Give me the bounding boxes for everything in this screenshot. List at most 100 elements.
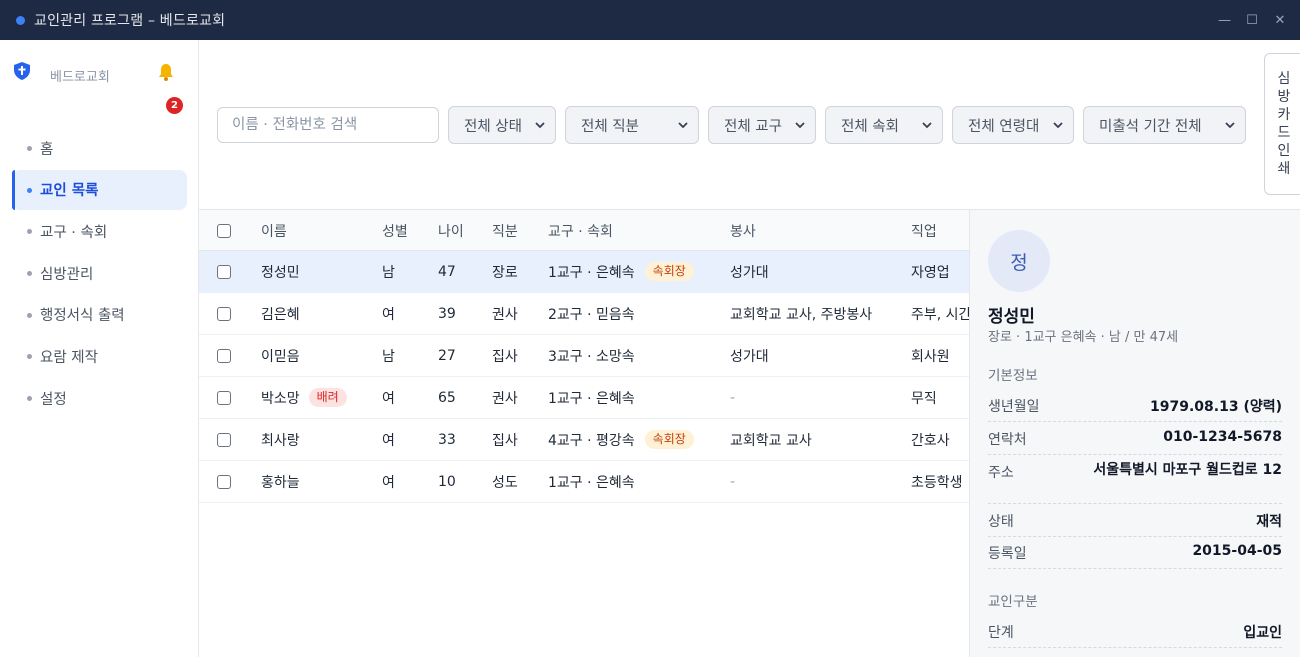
sidebar-item-districts[interactable]: 교구 · 속회 [12, 211, 187, 251]
window-controls: — ☐ ✕ [1218, 0, 1286, 40]
visit-card-print-button[interactable]: 심 방 카 드 인 쇄 [1264, 53, 1300, 195]
detail-key: 상태 [988, 514, 1014, 530]
header-service[interactable]: 봉사 [730, 210, 756, 251]
row-checkbox[interactable] [217, 348, 231, 363]
members-table: 이름 성별 나이 직분 교구 · 속회 봉사 직업 정성민 남 47 장로 1교… [199, 210, 969, 657]
sidebar-item-label: 행정서식 출력 [40, 308, 125, 325]
print-button-char: 카 [1277, 107, 1291, 123]
cell-age: 33 [438, 431, 456, 448]
cell-job: 회사원 [911, 348, 950, 365]
cell-title: 집사 [492, 348, 518, 365]
cell-district: 1교구 · 은혜속 [548, 474, 635, 491]
title-filter[interactable]: 전체 직분 [565, 106, 699, 144]
select-all-checkbox[interactable] [217, 223, 231, 238]
cell-title: 장로 [492, 264, 518, 281]
detail-registered: 등록일 2015-04-05 [988, 543, 1282, 569]
search-input[interactable] [217, 107, 439, 143]
sidebar-item-home[interactable]: 홈 [12, 128, 187, 168]
print-button-char: 쇄 [1277, 161, 1291, 177]
detail-key: 주소 [988, 465, 1014, 481]
sidebar-item-label: 교구 · 속회 [40, 224, 108, 241]
status-filter-value: 전체 상태 [464, 118, 522, 135]
cell-service: - [730, 389, 736, 406]
table-row[interactable]: 김은혜 여 39 권사 2교구 · 믿음속 교회학교 교사, 주방봉사 주부, … [199, 293, 969, 335]
district-filter-value: 전체 교구 [724, 118, 782, 135]
bell-icon[interactable] [156, 62, 176, 82]
sidebar-nav: 홈 교인 목록 교구 · 속회 심방관리 행정서식 출력 요람 제작 설정 [12, 128, 187, 420]
leader-tag: 속회장 [644, 430, 694, 449]
header-age[interactable]: 나이 [438, 210, 464, 251]
sidebar-item-settings[interactable]: 설정 [12, 378, 187, 418]
category-heading: 교인구분 [988, 594, 1038, 610]
table-row[interactable]: 박소망 배려 여 65 권사 1교구 · 은혜속 - 무직 [199, 377, 969, 419]
chevron-down-icon [678, 122, 688, 129]
cell-district: 1교구 · 은혜속 속회장 [548, 251, 694, 292]
detail-value: 2015-04-05 [1192, 543, 1282, 559]
sidebar: 베드로교회 2 홈 교인 목록 교구 · 속회 심방관리 행정서식 출력 요람 … [0, 40, 199, 657]
cell-age: 47 [438, 263, 456, 280]
table-row[interactable]: 최사랑 여 33 집사 4교구 · 평강속 속회장 교회학교 교사 간호사 [199, 419, 969, 461]
header-job[interactable]: 직업 [911, 210, 937, 251]
chevron-down-icon [922, 122, 932, 129]
chevron-down-icon [1053, 122, 1063, 129]
header-gender[interactable]: 성별 [382, 210, 408, 251]
detail-stage: 단계 입교인 [988, 622, 1282, 648]
cell-gender: 여 [382, 306, 395, 323]
select-all-cell [217, 210, 231, 251]
close-button[interactable]: ✕ [1274, 13, 1286, 28]
cell-name: 홍하늘 [261, 474, 300, 491]
detail-value: 010-1234-5678 [1163, 429, 1282, 445]
bullet-icon [27, 146, 32, 151]
row-checkbox[interactable] [217, 264, 231, 279]
sidebar-item-label: 심방관리 [40, 266, 94, 283]
header-name[interactable]: 이름 [261, 210, 287, 251]
cell-age: 39 [438, 305, 456, 322]
sidebar-item-visits[interactable]: 심방관리 [12, 253, 187, 293]
chevron-down-icon [1225, 122, 1235, 129]
avatar: 정 [988, 230, 1050, 292]
table-row[interactable]: 홍하늘 여 10 성도 1교구 · 은혜속 - 초등학생 [199, 461, 969, 503]
table-row[interactable]: 이믿음 남 27 집사 3교구 · 소망속 성가대 회사원 [199, 335, 969, 377]
detail-phone: 연락처 010-1234-5678 [988, 429, 1282, 455]
print-button-char: 드 [1277, 125, 1291, 141]
cell-service: 교회학교 교사 [730, 432, 812, 449]
absence-filter[interactable]: 미출석 기간 전체 [1083, 106, 1246, 144]
minimize-button[interactable]: — [1218, 13, 1231, 28]
cell-service: - [730, 473, 736, 490]
detail-value: 입교인 [1243, 625, 1282, 641]
cell-job: 무직 [911, 390, 937, 407]
maximize-button[interactable]: ☐ [1246, 13, 1258, 28]
cell-group-filter[interactable]: 전체 속회 [825, 106, 943, 144]
row-checkbox[interactable] [217, 474, 231, 489]
detail-subtitle: 장로 · 1교구 은혜속 · 남 / 만 47세 [988, 330, 1179, 345]
cell-district: 4교구 · 평강속 속회장 [548, 419, 694, 460]
age-group-filter[interactable]: 전체 연령대 [952, 106, 1074, 144]
sidebar-item-members[interactable]: 교인 목록 [12, 169, 187, 210]
cell-age: 27 [438, 347, 456, 364]
row-checkbox[interactable] [217, 306, 231, 321]
title-filter-value: 전체 직분 [581, 118, 639, 135]
detail-birthdate: 생년월일 1979.08.13 (양력) [988, 396, 1282, 422]
bullet-icon [27, 396, 32, 402]
row-checkbox[interactable] [217, 390, 231, 405]
cell-title: 권사 [492, 390, 518, 407]
app-window: 교인관리 프로그램 – 베드로교회 — ☐ ✕ 베드로교회 2 홈 교인 목록 … [0, 0, 1300, 657]
status-filter[interactable]: 전체 상태 [448, 106, 556, 144]
detail-key: 단계 [988, 625, 1014, 641]
cell-service: 성가대 [730, 348, 769, 365]
header-title[interactable]: 직분 [492, 210, 518, 251]
district-filter[interactable]: 전체 교구 [708, 106, 816, 144]
table-row[interactable]: 정성민 남 47 장로 1교구 · 은혜속 속회장 성가대 자영업 [199, 251, 969, 293]
cell-job: 간호사 [911, 432, 950, 449]
sidebar-item-label: 교인 목록 [40, 183, 99, 200]
row-checkbox[interactable] [217, 432, 231, 447]
cell-gender: 여 [382, 432, 395, 449]
sidebar-item-directory[interactable]: 요람 제작 [12, 336, 187, 376]
print-button-char: 인 [1277, 143, 1291, 159]
member-detail-panel: 정 정성민 장로 · 1교구 은혜속 · 남 / 만 47세 기본정보 생년월일… [969, 210, 1300, 657]
cell-name: 최사랑 [261, 432, 300, 449]
cell-title: 집사 [492, 432, 518, 449]
sidebar-item-forms[interactable]: 행정서식 출력 [12, 295, 187, 335]
header-district[interactable]: 교구 · 속회 [548, 210, 613, 251]
notification-badge: 2 [166, 97, 183, 114]
